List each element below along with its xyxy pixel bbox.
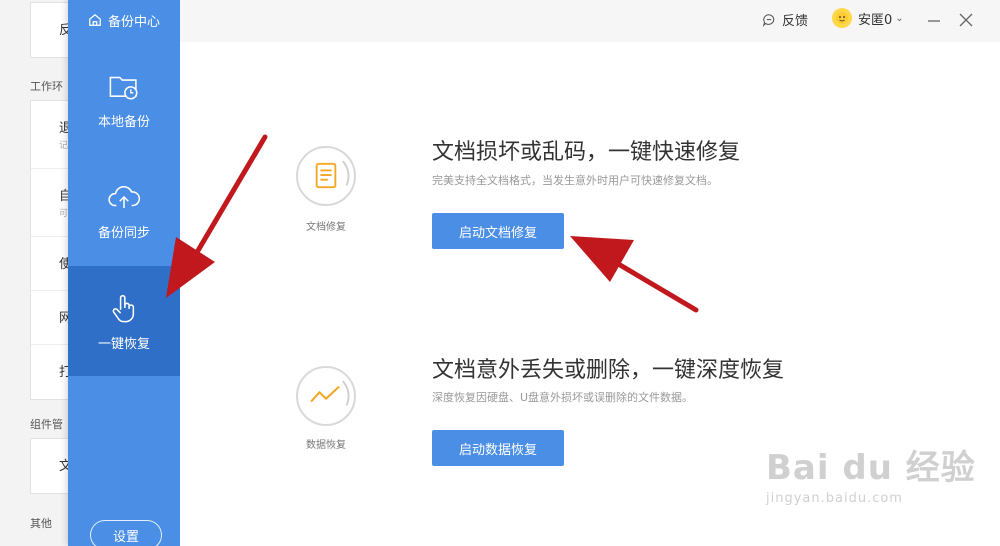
sidebar-item-local-backup[interactable]: 本地备份 <box>68 44 180 154</box>
data-recovery-description: 深度恢复因硬盘、U盘意外损坏或误删除的文件数据。 <box>432 391 694 404</box>
settings-button[interactable]: 设置 <box>90 520 162 546</box>
sidebar: 备份中心 本地备份 备份同步 一键恢复 设置 <box>68 0 180 546</box>
chevron-down-icon: ⌄ <box>895 12 904 24</box>
hand-pointer-icon <box>112 294 135 322</box>
document-repair-badge <box>296 146 356 206</box>
sidebar-item-label: 备份同步 <box>97 225 150 241</box>
sidebar-brand-title: 备份中心 <box>108 14 161 30</box>
data-recovery-badge <box>296 366 356 426</box>
baidu-jingyan-watermark: Bai du 经验 jingyan.baidu.com <box>766 440 976 506</box>
background-section-title: 工作环 <box>30 80 63 93</box>
document-repair-description: 完美支持全文档格式，当发生意外时用户可快速修复文档。 <box>432 174 718 187</box>
chat-bubble-icon <box>762 13 775 27</box>
user-menu[interactable]: 安匿0 ⌄ <box>832 8 904 28</box>
start-document-repair-button[interactable]: 启动文档修复 <box>432 213 564 249</box>
feedback-label: 反馈 <box>782 14 809 29</box>
background-section-title: 其他 <box>30 517 52 530</box>
feedback-button[interactable]: 反馈 <box>762 10 808 29</box>
cloud-upload-icon <box>108 185 141 208</box>
close-icon[interactable] <box>956 10 976 30</box>
home-icon <box>89 13 101 26</box>
data-recovery-title: 文档意外丢失或删除，一键深度恢复 <box>432 358 785 383</box>
user-name: 安匿0 <box>858 12 893 28</box>
watermark-sub: jingyan.baidu.com <box>766 491 903 506</box>
avatar <box>832 8 852 28</box>
sidebar-item-one-click-restore[interactable]: 一键恢复 <box>68 266 180 376</box>
sidebar-brand: 备份中心 <box>68 0 180 40</box>
document-repair-title: 文档损坏或乱码，一键快速修复 <box>432 140 741 165</box>
window-titlebar: 反馈 安匿0 ⌄ <box>180 0 1000 42</box>
start-data-recovery-button[interactable]: 启动数据恢复 <box>432 430 564 466</box>
folder-clock-icon <box>109 76 138 100</box>
data-recovery-caption: 数据恢复 <box>306 440 346 451</box>
data-recovery-icon <box>310 380 350 406</box>
sidebar-item-backup-sync[interactable]: 备份同步 <box>68 155 180 265</box>
sidebar-item-label: 一键恢复 <box>97 336 150 352</box>
sun-avatar-icon <box>836 12 848 24</box>
minimize-icon[interactable] <box>924 10 944 30</box>
background-section-title: 组件管 <box>30 418 63 431</box>
document-repair-caption: 文档修复 <box>306 222 346 233</box>
sidebar-item-label: 本地备份 <box>97 114 150 130</box>
document-repair-icon <box>315 160 350 189</box>
watermark-main: Bai du 经验 <box>766 448 976 488</box>
